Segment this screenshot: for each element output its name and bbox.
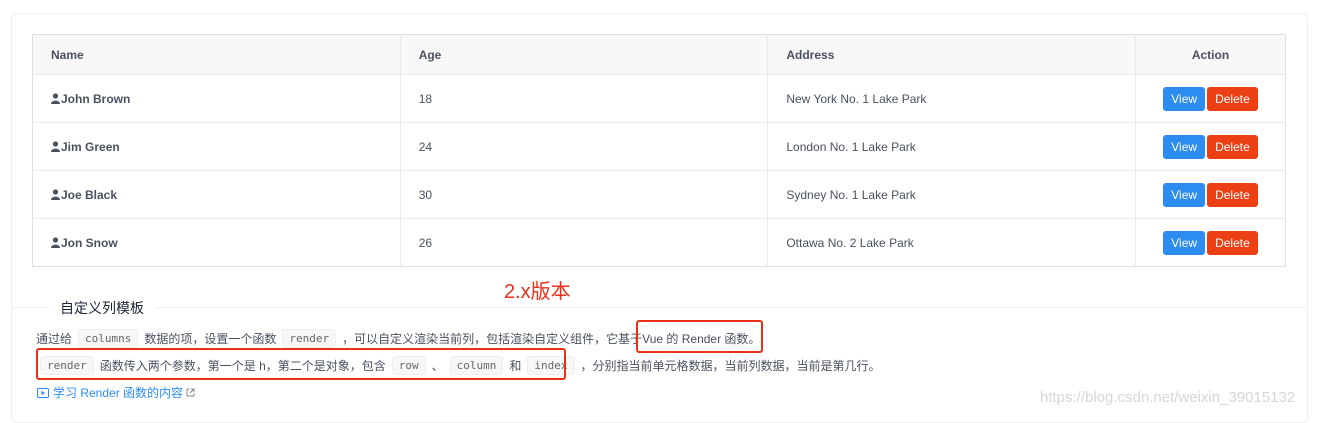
code-render: render [282, 329, 337, 348]
user-name: John Brown [61, 91, 131, 106]
column-header-age[interactable]: Age [400, 34, 769, 75]
data-table: Name Age Address Action John Brown 18 Ne… [32, 34, 1286, 267]
cell-action: View Delete [1135, 170, 1286, 219]
cell-action: View Delete [1135, 122, 1286, 171]
desc-text: 数据的项，设置一个函数 [144, 332, 277, 346]
cell-age: 24 [400, 122, 769, 171]
view-button[interactable]: View [1163, 134, 1206, 159]
column-header-action: Action [1135, 34, 1286, 75]
highlight-box [36, 348, 566, 380]
learn-link-label: 学习 Render 函数的内容 [53, 386, 184, 400]
delete-button[interactable]: Delete [1207, 86, 1258, 111]
view-button[interactable]: View [1163, 86, 1206, 111]
desc-text: 通过给 [36, 332, 73, 346]
cell-age: 18 [400, 74, 769, 123]
desc-text: ，分别指当前单元格数据，当前列数据，当前是第几行。 [580, 359, 881, 373]
cell-name: Joe Black [32, 170, 401, 219]
table-row: John Brown 18 New York No. 1 Lake Park V… [32, 74, 1286, 123]
user-icon [51, 237, 60, 248]
delete-button[interactable]: Delete [1207, 182, 1258, 207]
external-link-icon [186, 388, 195, 397]
user-icon [51, 93, 60, 104]
cell-name: Jim Green [32, 122, 401, 171]
cell-address: London No. 1 Lake Park [767, 122, 1137, 171]
cell-name: John Brown [32, 74, 401, 123]
watermark: https://blog.csdn.net/weixin_39015132 [1040, 389, 1296, 406]
cell-age: 26 [400, 218, 769, 267]
video-icon [37, 387, 49, 398]
desc-text: ，可以自定义渲染当前列，包括渲染自定义组件，它基于 [342, 332, 643, 346]
view-button[interactable]: View [1163, 230, 1206, 255]
cell-name: Jon Snow [32, 218, 401, 267]
cell-action: View Delete [1135, 74, 1286, 123]
delete-button[interactable]: Delete [1207, 134, 1258, 159]
code-columns: columns [78, 329, 139, 348]
view-button[interactable]: View [1163, 182, 1206, 207]
cell-address: New York No. 1 Lake Park [767, 74, 1137, 123]
learn-render-link[interactable]: 学习 Render 函数的内容 [37, 384, 195, 401]
section-divider [12, 307, 1306, 308]
cell-address: Sydney No. 1 Lake Park [767, 170, 1137, 219]
version-note: 2.x版本 [504, 281, 571, 303]
user-icon [51, 141, 60, 152]
highlight-box [636, 320, 763, 353]
cell-age: 30 [400, 170, 769, 219]
table-header-row: Name Age Address Action [32, 34, 1286, 75]
delete-button[interactable]: Delete [1207, 230, 1258, 255]
section-title: 自定义列模板 [48, 298, 156, 318]
table-row: Jon Snow 26 Ottawa No. 2 Lake Park View D… [32, 218, 1286, 267]
user-name: Jon Snow [61, 235, 118, 250]
user-icon [51, 189, 60, 200]
cell-address: Ottawa No. 2 Lake Park [767, 218, 1137, 267]
table-row: Joe Black 30 Sydney No. 1 Lake Park View… [32, 170, 1286, 219]
column-header-address[interactable]: Address [767, 34, 1137, 75]
user-name: Joe Black [61, 187, 118, 202]
column-header-name[interactable]: Name [32, 34, 401, 75]
cell-action: View Delete [1136, 219, 1286, 267]
table-row: Jim Green 24 London No. 1 Lake Park View… [32, 122, 1286, 171]
user-name: Jim Green [61, 139, 120, 154]
